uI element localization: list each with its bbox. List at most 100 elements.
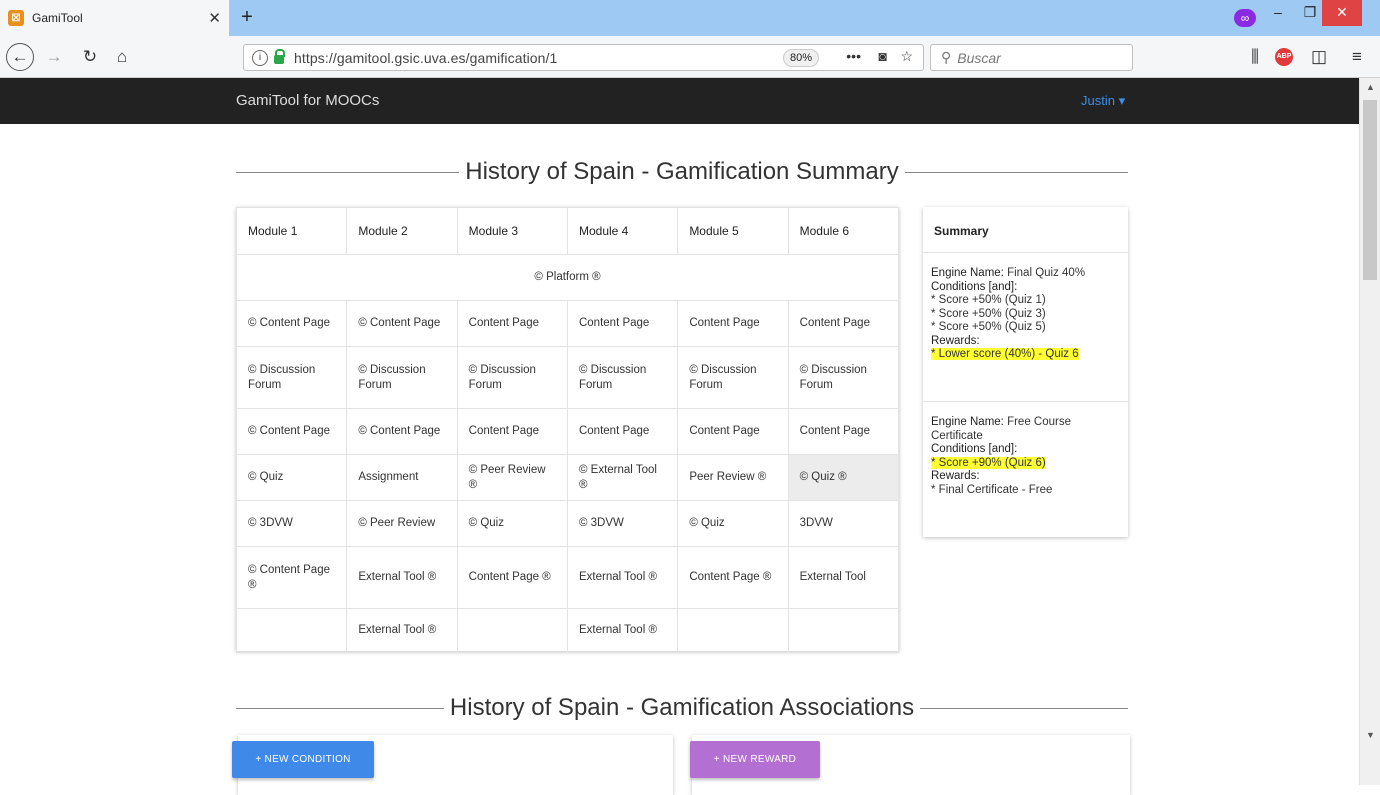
browser-nav-bar: ← → ↻ ⌂ i https://gamitool.gsic.uva.es/g… [0, 36, 1380, 78]
grid-cell[interactable]: © Discussion Forum [677, 346, 789, 409]
grid-cell[interactable]: Content Page [566, 408, 679, 455]
grid-cell-selected[interactable]: © Quiz ® [787, 454, 900, 501]
condition-item: * Score +50% (Quiz 1) [931, 294, 1046, 306]
page-scrollbar[interactable]: ▲ ▼ [1359, 78, 1380, 785]
reward-item: * Lower score (40%) - Quiz 6 [931, 348, 1079, 360]
divider [920, 707, 1129, 709]
module-grid-card: Module 1 Module 2 Module 3 Module 4 Modu… [235, 207, 900, 653]
pocket-icon[interactable]: ◙ [879, 48, 887, 64]
grid-cell[interactable]: © Content Page [346, 408, 458, 455]
divider [236, 171, 460, 173]
grid-cell[interactable]: © Discussion Forum [787, 346, 900, 409]
engine-name-label: Engine Name: [931, 267, 1004, 279]
grid-cell[interactable]: External Tool ® [346, 546, 458, 609]
grid-cell[interactable]: External Tool ® [566, 546, 679, 609]
app-brand[interactable]: GamiTool for MOOCs [236, 92, 379, 109]
grid-cell[interactable]: External Tool ® [346, 608, 458, 653]
browser-tab-bar: ☒ GamiTool ✕ + ∞ – ❐ ✕ [0, 0, 1380, 36]
grid-cell[interactable]: © Discussion Forum [456, 346, 568, 409]
grid-cell[interactable]: Content Page ® [456, 546, 568, 609]
tab-title: GamiTool [32, 11, 83, 25]
info-icon[interactable]: i [252, 49, 268, 66]
platform-cell[interactable]: © Platform ® [236, 254, 899, 301]
grid-cell[interactable]: © Content Page [235, 408, 348, 455]
module-header: Module 4 [566, 207, 679, 255]
grid-cell[interactable]: Content Page [677, 408, 789, 455]
engine-block[interactable]: Engine Name: Final Quiz 40% Conditions [… [923, 253, 1128, 402]
grid-cell[interactable]: © 3DVW [235, 500, 348, 547]
engine-block[interactable]: Engine Name: Free Course Certificate Con… [923, 402, 1128, 507]
grid-cell[interactable] [235, 608, 348, 653]
grid-cell[interactable]: © Discussion Forum [346, 346, 458, 409]
lock-icon [274, 49, 285, 64]
browser-tab[interactable]: ☒ GamiTool ✕ [0, 0, 230, 36]
scroll-up-icon[interactable]: ▲ [1360, 82, 1380, 92]
search-input[interactable]: ⚲ Buscar [930, 44, 1133, 71]
url-text[interactable]: https://gamitool.gsic.uva.es/gamificatio… [294, 50, 557, 66]
grid-cell[interactable]: Content Page [566, 300, 679, 347]
grid-cell[interactable]: Content Page [677, 300, 789, 347]
scroll-down-icon[interactable]: ▼ [1360, 730, 1380, 740]
new-reward-button[interactable]: + NEW REWARD [690, 741, 820, 778]
new-condition-button[interactable]: + NEW CONDITION [232, 741, 374, 778]
app-header: GamiTool for MOOCs Justin ▾ [0, 78, 1359, 124]
grid-cell[interactable]: © Quiz [677, 500, 789, 547]
grid-cell[interactable]: Content Page [456, 300, 568, 347]
section-title: History of Spain - Gamification Associat… [449, 694, 915, 721]
window-close-icon[interactable]: ✕ [1322, 0, 1362, 26]
rewards-label: Rewards: [931, 470, 980, 482]
grid-cell[interactable]: Content Page [787, 300, 900, 347]
grid-cell[interactable]: © Content Page [235, 300, 348, 347]
reward-item: * Final Certificate - Free [931, 483, 1053, 496]
grid-cell[interactable]: © Discussion Forum [566, 346, 679, 409]
module-header: Module 5 [677, 207, 789, 255]
grid-cell[interactable] [787, 608, 900, 653]
grid-cell[interactable]: External Tool ® [566, 608, 679, 653]
module-header: Module 2 [346, 207, 458, 255]
grid-cell[interactable]: Content Page [456, 408, 568, 455]
library-icon[interactable]: ⫼ [1243, 46, 1267, 70]
grid-cell[interactable]: © Content Page ® [235, 546, 348, 609]
grid-cell[interactable] [456, 608, 568, 653]
adblock-icon[interactable]: ABP [1275, 48, 1293, 66]
grid-cell[interactable]: Assignment [346, 454, 458, 501]
module-header: Module 1 [235, 207, 348, 255]
url-bar[interactable]: i https://gamitool.gsic.uva.es/gamificat… [243, 44, 924, 71]
grid-cell[interactable]: © 3DVW [566, 500, 679, 547]
grid-cell[interactable] [677, 608, 789, 653]
module-header: Module 3 [456, 207, 568, 255]
divider [236, 707, 444, 709]
user-menu[interactable]: Justin ▾ [1081, 93, 1125, 109]
grid-cell[interactable]: Content Page [787, 408, 900, 455]
grid-cell[interactable]: Content Page ® [677, 546, 789, 609]
grid-cell[interactable]: © External Tool ® [566, 454, 679, 501]
scroll-thumb[interactable] [1363, 100, 1377, 280]
forward-arrow-icon[interactable]: → [42, 46, 66, 70]
search-placeholder: Buscar [957, 49, 1001, 66]
grid-cell[interactable]: © Quiz [235, 454, 348, 501]
grid-cell[interactable]: Peer Review ® [677, 454, 789, 501]
new-tab-icon[interactable]: + [236, 6, 258, 28]
zoom-badge[interactable]: 80% [782, 49, 819, 67]
grid-cell[interactable]: © Quiz [456, 500, 568, 547]
grid-cell[interactable]: © Peer Review [346, 500, 458, 547]
associations-section-title: History of Spain - Gamification Associat… [236, 694, 1129, 722]
close-tab-icon[interactable]: ✕ [208, 9, 221, 27]
rewards-label: Rewards: [931, 334, 980, 347]
grid-cell[interactable]: 3DVW [787, 500, 900, 547]
home-icon[interactable]: ⌂ [110, 46, 134, 70]
search-icon: ⚲ [941, 49, 952, 65]
sidebar-icon[interactable]: ◫ [1307, 46, 1331, 70]
grid-cell[interactable]: © Content Page [346, 300, 458, 347]
menu-icon[interactable]: ≡ [1345, 46, 1369, 70]
more-actions-icon[interactable]: ••• [846, 48, 861, 64]
grid-cell[interactable]: © Discussion Forum [235, 346, 348, 409]
grid-cell[interactable]: External Tool [787, 546, 900, 609]
grid-cell[interactable]: © Peer Review ® [456, 454, 568, 501]
bookmark-star-icon[interactable]: ☆ [900, 48, 913, 65]
summary-card: Summary Engine Name: Final Quiz 40% Cond… [923, 207, 1128, 537]
engine-name-label: Engine Name: [931, 416, 1004, 428]
back-arrow-icon[interactable]: ← [6, 43, 34, 71]
reload-icon[interactable]: ↻ [78, 46, 102, 70]
module-header: Module 6 [787, 207, 900, 255]
